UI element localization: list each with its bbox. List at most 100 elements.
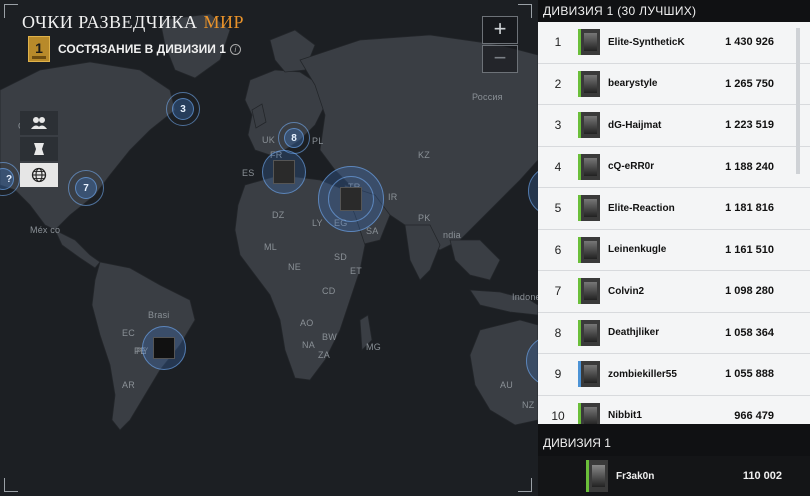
table-row[interactable]: 9 zombiekiller55 1 055 888 — [538, 354, 810, 396]
player-avatar — [578, 153, 600, 180]
player-avatar — [578, 402, 600, 424]
row-score: 1 265 750 — [725, 77, 774, 90]
map-label-na: NA — [302, 340, 315, 350]
zoom-out-button[interactable]: − — [482, 45, 518, 73]
player-avatar — [578, 361, 600, 388]
page-title: ОЧКИ РАЗВЕДЧИКА МИР — [22, 12, 244, 33]
frame-corner-br — [518, 478, 532, 492]
map-label-za: ZA — [318, 350, 330, 360]
map-pin-player[interactable] — [318, 166, 384, 232]
leaderboard-panel: ДИВИЗИЯ 1 (30 ЛУЧШИХ) 1 Elite-SyntheticK… — [538, 0, 810, 496]
info-icon[interactable]: i — [229, 43, 241, 55]
player-avatar — [578, 236, 600, 263]
division-status-label: СОСТЯЗАНИЕ В ДИВИЗИИ 1 — [58, 42, 226, 56]
row-player-name: Colvin2 — [608, 285, 645, 297]
row-player-name: Elite-Reaction — [608, 202, 675, 214]
map-label-sd: SD — [334, 252, 347, 262]
table-row[interactable]: 4 cQ-eRR0r 1 188 240 — [538, 146, 810, 188]
map-label-pl: PL — [312, 136, 324, 146]
country-icon — [34, 143, 44, 155]
table-row[interactable]: 1 Elite-SyntheticK 1 430 926 — [538, 22, 810, 64]
map-pin-player[interactable] — [142, 326, 186, 370]
map-label-russia: Россия — [472, 92, 503, 102]
player-avatar — [578, 112, 600, 139]
map-label-au: AU — [500, 380, 513, 390]
map-filter-buttons — [20, 111, 58, 189]
division-status: 1 СОСТЯЗАНИЕ В ДИВИЗИИ 1 i — [28, 36, 241, 62]
row-player-name: bearystyle — [608, 78, 658, 90]
map-label-nz: NZ — [522, 400, 535, 410]
row-rank: 10 — [551, 408, 565, 423]
row-rank: 8 — [554, 325, 562, 340]
map-label-mexico: Méx co — [30, 225, 61, 235]
row-score: 1 430 926 — [725, 36, 774, 49]
world-map[interactable]: Россия Са Méx co Brasi ndia Indonesia UK… — [0, 0, 538, 496]
map-pin-cluster[interactable]: 7 — [68, 170, 104, 206]
country-filter-button[interactable] — [20, 137, 58, 161]
leaderboard-scrollbar[interactable] — [796, 28, 800, 174]
map-label-cd: CD — [322, 286, 336, 296]
row-rank: 7 — [554, 284, 562, 299]
row-player-name: dG-Haijmat — [608, 119, 662, 131]
row-player-name: Leinenkugle — [608, 244, 667, 256]
table-row[interactable]: 3 dG-Haijmat 1 223 519 — [538, 105, 810, 147]
player-avatar — [578, 70, 600, 97]
row-rank: 3 — [554, 118, 562, 133]
row-rank: 4 — [554, 159, 562, 174]
player-avatar — [578, 278, 600, 305]
map-label-dz: DZ — [272, 210, 285, 220]
leaderboard-list[interactable]: 1 Elite-SyntheticK 1 430 926 2 bearystyl… — [538, 22, 810, 424]
world-filter-button[interactable] — [20, 163, 58, 187]
table-row[interactable]: 8 Deathjliker 1 058 364 — [538, 312, 810, 354]
row-score: 1 161 510 — [725, 243, 774, 256]
map-label-ao: AO — [300, 318, 314, 328]
pin-count: ? — [5, 173, 13, 185]
my-score: 110 002 — [742, 470, 782, 482]
player-avatar — [586, 460, 608, 492]
my-rank-row[interactable]: Fr3ak0n 110 002 — [538, 456, 810, 496]
row-score: 1 058 364 — [725, 326, 774, 339]
row-player-name: cQ-eRR0r — [608, 161, 655, 173]
row-score: 1 181 816 — [725, 202, 774, 215]
row-rank: 6 — [554, 242, 562, 257]
map-label-ml: ML — [264, 242, 277, 252]
map-pin-cluster[interactable]: 3 — [166, 92, 200, 126]
row-rank: 2 — [554, 76, 562, 91]
zoom-in-button[interactable]: + — [482, 16, 518, 44]
map-label-ec: EC — [122, 328, 135, 338]
friends-icon — [31, 117, 47, 129]
row-score: 1 098 280 — [725, 285, 774, 298]
table-row[interactable]: 7 Colvin2 1 098 280 — [538, 271, 810, 313]
map-label-es: ES — [242, 168, 255, 178]
player-avatar — [153, 337, 175, 359]
table-row[interactable]: 2 bearystyle 1 265 750 — [538, 63, 810, 105]
pin-count: 8 — [291, 132, 297, 144]
frame-corner-tl — [4, 4, 18, 18]
player-avatar — [340, 187, 362, 211]
map-label-mg: MG — [366, 342, 381, 352]
my-player-name: Fr3ak0n — [616, 470, 655, 482]
row-score: 1 188 240 — [725, 160, 774, 173]
row-score: 1 055 888 — [725, 368, 774, 381]
map-label-india: ndia — [443, 230, 461, 240]
row-player-name: zombiekiller55 — [608, 368, 677, 380]
frame-corner-tr — [518, 4, 532, 18]
pin-count: 7 — [83, 182, 89, 194]
player-avatar — [578, 29, 600, 56]
page-title-accent: МИР — [203, 12, 245, 32]
rank-badge-icon: 1 — [28, 36, 50, 62]
map-pin-player[interactable] — [262, 150, 306, 194]
map-label-uk: UK — [262, 135, 275, 145]
row-player-name: Nibbit1 — [608, 410, 642, 422]
map-label-ne: NE — [288, 262, 301, 272]
friends-filter-button[interactable] — [20, 111, 58, 135]
map-label-ly: LY — [312, 218, 323, 228]
row-rank: 1 — [554, 35, 562, 50]
table-row[interactable]: 5 Elite-Reaction 1 181 816 — [538, 188, 810, 230]
title-block: ОЧКИ РАЗВЕДЧИКА МИР 1 СОСТЯЗАНИЕ В ДИВИЗИ… — [22, 12, 244, 62]
table-row[interactable]: 10 Nibbit1 966 479 — [538, 395, 810, 424]
map-label-sa: SA — [366, 226, 379, 236]
row-rank: 9 — [554, 367, 562, 382]
row-score: 966 479 — [734, 409, 774, 422]
table-row[interactable]: 6 Leinenkugle 1 161 510 — [538, 229, 810, 271]
